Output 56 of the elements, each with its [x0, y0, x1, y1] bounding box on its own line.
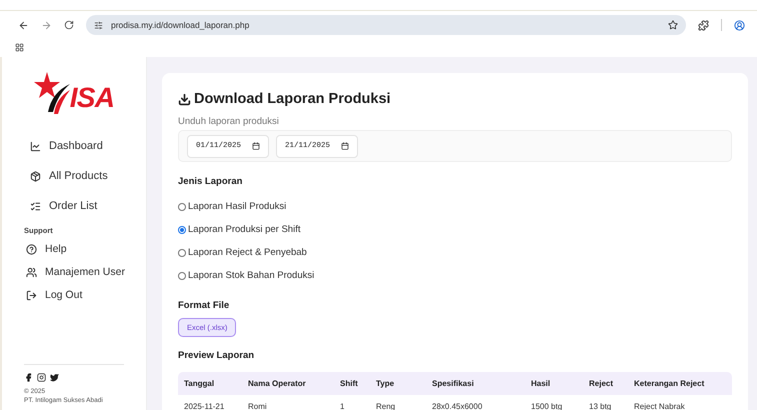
section-heading: Format File — [178, 298, 230, 313]
star-swoosh-icon — [34, 72, 70, 116]
column-header: Spesifikasi — [432, 378, 475, 390]
section-heading: Jenis Laporan — [178, 175, 244, 190]
column-header: Tanggal — [184, 378, 216, 390]
column-header: Reject — [589, 378, 614, 390]
calendar-icon[interactable] — [252, 142, 260, 150]
download-icon — [178, 93, 191, 106]
column-header: Keterangan Reject — [634, 378, 706, 390]
checklist-icon — [30, 200, 41, 212]
table-cell-text: 1500 btg — [531, 400, 564, 410]
table-cell-text: 2025-11-21 — [184, 400, 226, 410]
sidebar-item[interactable]: Order List — [2, 191, 146, 221]
sidebar-item[interactable]: All Products — [2, 161, 146, 191]
reload-icon[interactable] — [64, 20, 74, 30]
report-type-radio[interactable]: Laporan Produksi per Shift — [178, 218, 732, 242]
table-cell-text: 1 — [340, 400, 346, 410]
column-header: Shift — [340, 378, 359, 390]
sidebar-item[interactable]: Help — [2, 238, 146, 262]
calendar-icon[interactable] — [341, 142, 349, 150]
instagram-icon[interactable] — [37, 372, 46, 382]
table-cell-text: Reject Nabrak — [634, 400, 686, 410]
logo-text: ISA — [70, 81, 114, 115]
logout-icon — [26, 290, 37, 302]
column-header: Nama Operator — [248, 378, 307, 390]
facebook-icon[interactable] — [24, 372, 33, 382]
chart-icon — [30, 140, 41, 152]
users-icon — [26, 267, 37, 278]
address-bar[interactable]: prodisa.my.id/download_laporan.php — [86, 15, 686, 35]
site-settings-icon[interactable] — [94, 20, 103, 30]
column-header: Type — [376, 378, 396, 390]
radio-circle-icon[interactable] — [178, 226, 186, 234]
box-icon — [30, 170, 41, 182]
report-type-radio[interactable]: Laporan Reject & Penyebab — [178, 242, 732, 265]
report-type-radio[interactable]: Laporan Hasil Produksi — [178, 196, 732, 219]
table-cell-text: Reng — [376, 400, 396, 410]
sidebar-item[interactable]: Dashboard — [2, 131, 146, 161]
profile-icon[interactable] — [734, 20, 745, 30]
table-cell-text: 13 btg — [589, 400, 612, 410]
extensions-icon[interactable] — [698, 20, 709, 30]
table-cell-text: 28x0.45x6000 — [432, 400, 484, 410]
apps-icon[interactable] — [15, 42, 24, 52]
report-type-radio[interactable]: Laporan Stok Bahan Produksi — [178, 264, 732, 288]
bookmark-star-icon[interactable] — [668, 20, 678, 30]
column-header: Hasil — [531, 378, 552, 390]
help-icon — [26, 244, 37, 256]
sidebar-item[interactable]: Log Out — [2, 284, 146, 308]
section-heading: Preview Laporan — [178, 348, 256, 363]
table-cell-text: Romi — [248, 400, 268, 410]
url-text: prodisa.my.id/download_laporan.php — [111, 18, 250, 32]
page-subtitle: Unduh laporan produksi — [178, 114, 280, 129]
sidebar-item[interactable]: Manajemen User — [2, 261, 146, 284]
page-title: Download Laporan Produksi — [194, 90, 391, 109]
twitter-icon[interactable] — [50, 372, 59, 382]
forward-icon[interactable] — [41, 20, 52, 30]
back-icon[interactable] — [18, 20, 29, 30]
